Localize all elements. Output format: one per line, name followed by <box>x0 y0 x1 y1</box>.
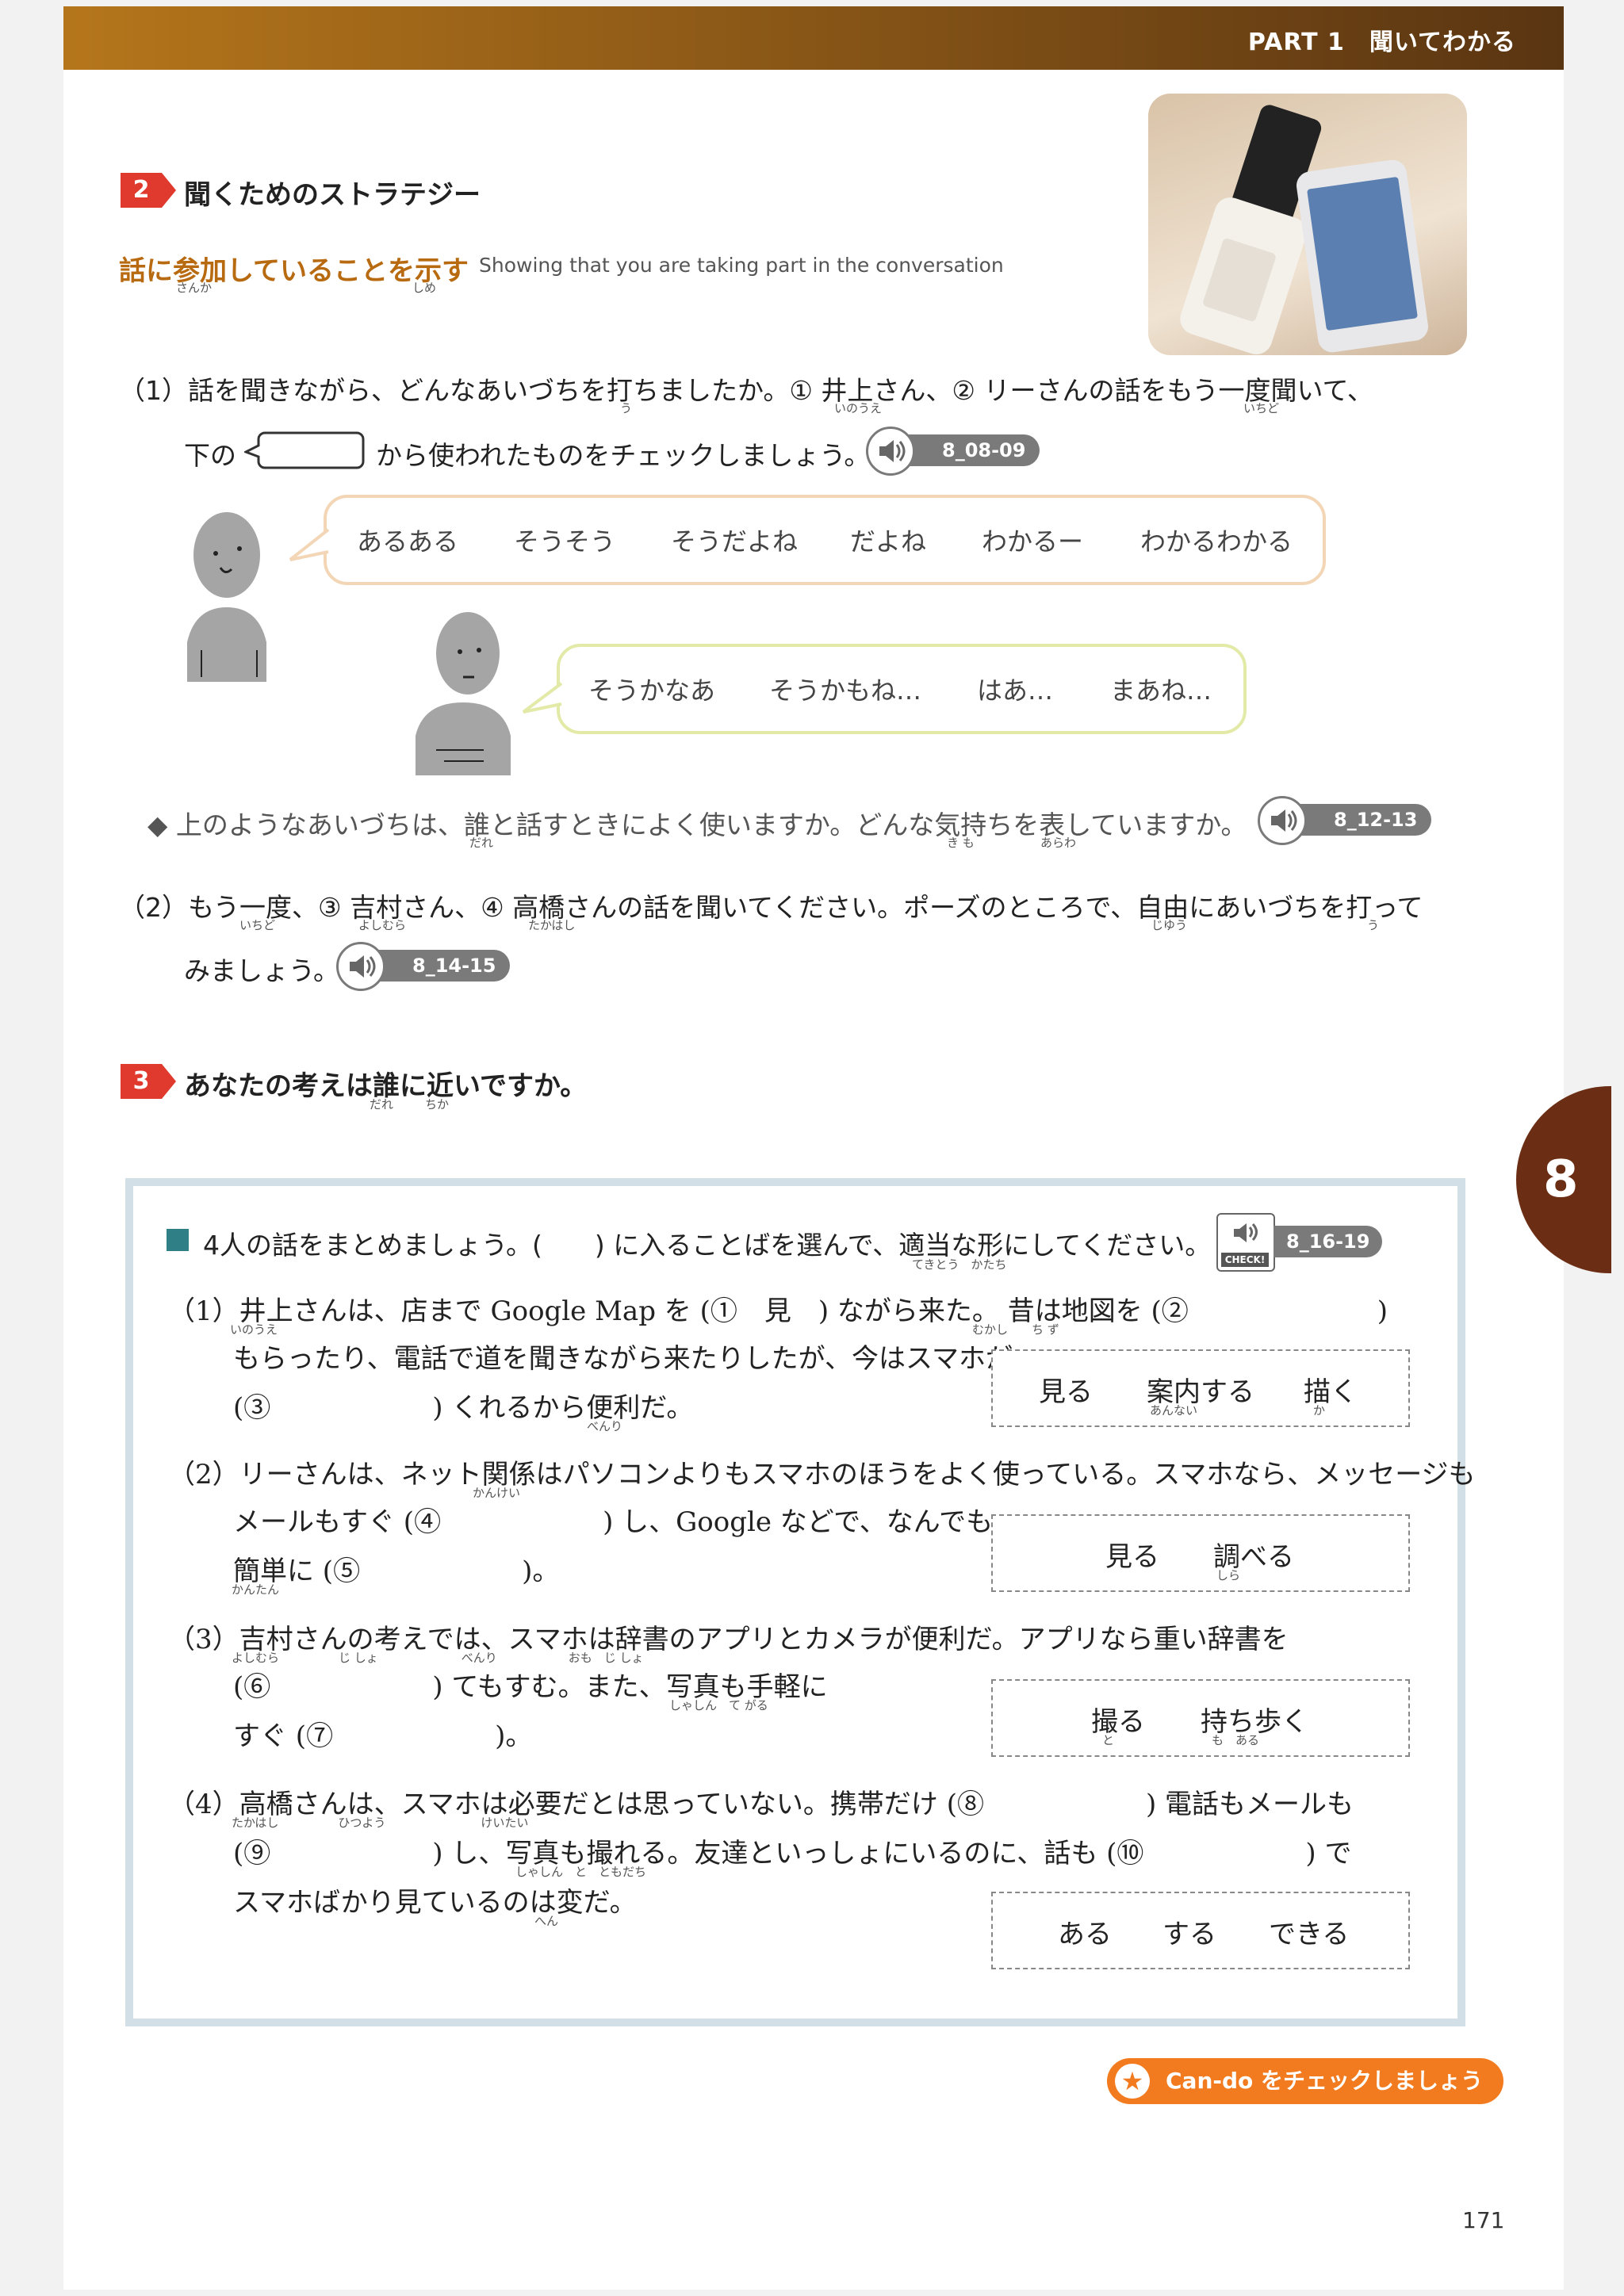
choice-ruby: か <box>1313 1403 1326 1418</box>
q1-ruby-ichido: いちど <box>1243 401 1280 415</box>
item-1-line-3: (③ ) くれるから便利だ。 <box>233 1392 694 1424</box>
bubble-tail <box>522 682 563 714</box>
aizuchi-word: あるある <box>357 526 459 557</box>
person-icon <box>416 612 511 775</box>
speaker-icon[interactable] <box>866 427 915 476</box>
item-1-line-1: （1）井上さんは、店まで Google Map を (① 見 ) ながら来た。 … <box>168 1295 1388 1327</box>
strategy-subtitle-english: Showing that you are taking part in the … <box>479 254 1004 277</box>
item-2-line-1: （2）リーさんは、ネット関係はパソコンよりもスマホのほうをよく使っている。スマホ… <box>168 1459 1476 1490</box>
item-4-ruby: しゃしん と ともだち <box>515 1865 647 1879</box>
choice-word[interactable]: ある <box>1058 1912 1112 1951</box>
star-icon: ★ <box>1115 2064 1150 2099</box>
q2-ruby-yoshimura: よしむら <box>358 918 407 932</box>
aizuchi-word: そうだよね <box>671 526 799 557</box>
question-1-line-2-post: から使われたものをチェックしましょう。 <box>376 440 871 471</box>
item-2-ruby: かんけい <box>473 1486 521 1500</box>
check-label: CHECK! <box>1221 1253 1269 1267</box>
choice-word[interactable]: 見る <box>1105 1535 1159 1574</box>
q1-ruby-inoue: いのうえ <box>834 401 883 415</box>
choice-word[interactable]: する <box>1162 1912 1216 1951</box>
q2-ruby-ichido: いちど <box>239 918 276 932</box>
question-1-line-2-pre: 下の <box>184 440 236 471</box>
bubble-tail <box>289 528 330 561</box>
choice-word[interactable]: できる <box>1269 1912 1349 1951</box>
item-2-line-3: 簡単に (⑤ )。 <box>233 1556 560 1587</box>
item-2-line-2: メールもすぐ (④ ) し、Google などで、なんでも <box>233 1506 994 1538</box>
q1-ruby-u: う <box>620 401 633 415</box>
section-3-ruby-dare: だれ <box>370 1097 394 1112</box>
section-3-ruby-chika: ちか <box>425 1097 450 1112</box>
aizuchi-word: だよね <box>850 526 927 557</box>
subtitle-ruby-1: さんか <box>176 281 213 295</box>
choice-ruby: と <box>1102 1733 1115 1747</box>
phone-photo <box>1148 94 1467 355</box>
question-2-line-2: みましょう。 <box>184 955 340 986</box>
choice-ruby: も ある <box>1212 1733 1260 1747</box>
item-1-ruby: いのうえ <box>230 1322 278 1337</box>
speaker-icon[interactable] <box>1258 796 1307 845</box>
item-3-ruby: よしむら じ しょ べんり おも じ しょ <box>232 1651 644 1665</box>
summary-instruction-ruby: てきとう かたち <box>912 1257 1007 1272</box>
item-3-line-3: すぐ (⑦ )。 <box>233 1720 533 1752</box>
bullet-ruby-kimo: き も <box>947 836 975 850</box>
choice-word[interactable]: 見る <box>1039 1370 1093 1409</box>
item-2-ruby: かんたん <box>232 1582 280 1597</box>
aizuchi-word: そうそう <box>514 526 616 557</box>
subtitle-ruby-2: しめ <box>412 281 437 295</box>
aizuchi-word: はあ… <box>977 675 1054 706</box>
bullet-ruby-arawa: あらわ <box>1040 836 1077 850</box>
header-title: PART 1 聞いてわかる <box>1247 29 1516 56</box>
aizuchi-word: わかるー <box>982 526 1084 557</box>
discussion-bullet: ◆ 上のようなあいづちは、誰と話すときによく使いますか。どんな気持ちを表していま… <box>147 809 1247 840</box>
aizuchi-word: まあね… <box>1110 675 1212 706</box>
person-icon <box>187 512 266 682</box>
q2-ruby-jiyuu: じゆう <box>1151 918 1188 932</box>
section-2-title: 聞くためのストラテジー <box>184 179 481 211</box>
item-1-ruby: べんり <box>587 1419 623 1433</box>
page-header: PART 1 聞いてわかる <box>63 6 1564 70</box>
bullet-ruby-dare: だれ <box>469 836 494 850</box>
q2-ruby-u: う <box>1367 918 1380 932</box>
item-3-ruby: しゃしん て がる <box>669 1698 768 1712</box>
section-2-number: 2 <box>121 173 176 208</box>
question-1-line-1: （1）話を聞きながら、どんなあいづちを打ちましたか。① 井上さん、② リーさんの… <box>119 375 1373 406</box>
check-audio-icon[interactable]: CHECK! <box>1216 1213 1275 1272</box>
speech-bubble-icon <box>244 431 365 469</box>
choice-ruby: あんない <box>1150 1403 1198 1418</box>
square-bullet-icon <box>167 1229 189 1251</box>
section-3-number: 3 <box>121 1064 176 1099</box>
question-2-line-1: （2）もう一度、③ 吉村さん、④ 高橋さんの話を聞いてください。ポーズのところで… <box>119 892 1423 923</box>
page-number: 171 <box>1462 2207 1505 2233</box>
aizuchi-word: わかるわかる <box>1140 526 1293 557</box>
choice-word[interactable]: 描く <box>1304 1370 1358 1409</box>
summary-instruction: 4人の話をまとめましょう。( ) に入ることばを選んで、適当な形にしてください。 <box>203 1230 1212 1261</box>
choice-ruby: しら <box>1216 1568 1241 1582</box>
q2-ruby-takahashi: たかはし <box>528 918 576 932</box>
item-1-ruby: むかし ち ず <box>972 1322 1059 1337</box>
item-1-line-2: もらったり、電話で道を聞きながら来たりしたが、今はスマホが <box>233 1343 1013 1375</box>
speaker-icon[interactable] <box>336 942 385 991</box>
item-4-line-3: スマホばかり見ているのは変だ。 <box>233 1887 637 1919</box>
item-4-ruby: へん <box>534 1914 559 1928</box>
item-2-choice-box <box>991 1514 1410 1592</box>
audio-track-8-16-19[interactable]: 8_16-19 <box>1274 1226 1383 1257</box>
item-4-ruby: たかはし ひつよう けいたい <box>232 1816 529 1830</box>
aizuchi-word: そうかもね… <box>769 675 922 706</box>
item-4-line-2: (⑨ ) し、写真も撮れる。友達といっしょにいるのに、話も (⑩ ) で <box>233 1838 1352 1869</box>
aizuchi-word: そうかなあ <box>588 675 716 706</box>
choice-word[interactable]: 撮る <box>1091 1700 1145 1739</box>
cando-check-button[interactable]: Can-do をチェックしましょう <box>1107 2058 1504 2104</box>
